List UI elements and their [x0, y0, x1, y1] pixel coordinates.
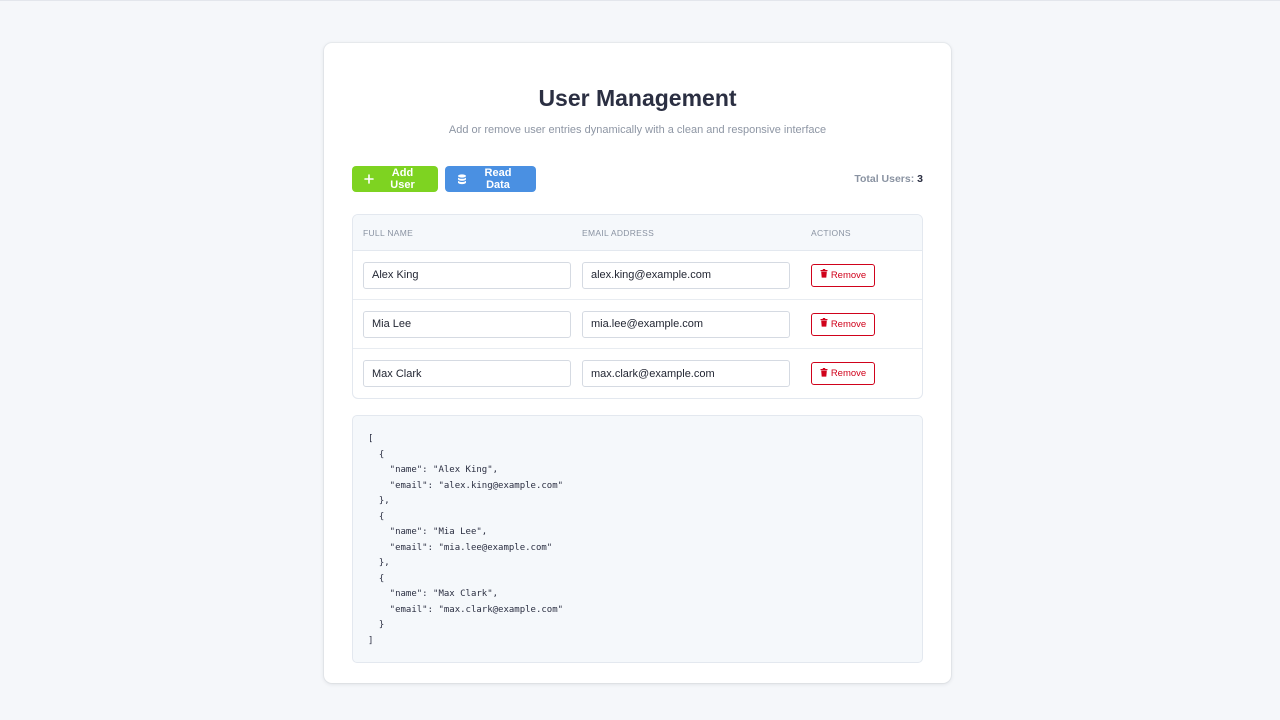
table-row: Remove: [353, 349, 922, 398]
remove-button[interactable]: Remove: [811, 263, 875, 287]
remove-button[interactable]: Remove: [811, 362, 875, 385]
add-user-label: Add User: [390, 167, 415, 191]
name-input[interactable]: [363, 261, 571, 289]
page-subtitle: Add or remove user entries dynamically w…: [448, 124, 827, 136]
total-users: Total Users: 3: [854, 173, 923, 185]
remove-label: Remove: [830, 318, 867, 330]
email-input[interactable]: [582, 261, 790, 289]
email-input[interactable]: [582, 310, 790, 338]
toolbar: Add User Read Data Total Users: 3: [352, 166, 923, 192]
database-icon: [457, 173, 467, 185]
name-input[interactable]: [363, 360, 571, 387]
table-row: Remove: [353, 300, 922, 349]
read-data-label: Read Data: [484, 167, 512, 191]
read-data-button[interactable]: Read Data: [445, 166, 536, 192]
add-user-button[interactable]: Add User: [352, 166, 438, 192]
remove-label: Remove: [830, 368, 867, 379]
table-header: FULL NAME EMAIL ADDRESS ACTIONS: [353, 215, 922, 251]
plus-icon: [364, 174, 374, 184]
total-users-count: 3: [917, 173, 923, 185]
users-table: FULL NAME EMAIL ADDRESS ACTIONS Remove: [352, 214, 923, 399]
trash-icon: [820, 269, 828, 281]
total-users-label: Total Users:: [854, 173, 915, 185]
user-management-card: User Management Add or remove user entri…: [324, 43, 951, 683]
page-title: User Management: [538, 85, 737, 111]
remove-label: Remove: [830, 269, 867, 281]
name-input[interactable]: [363, 310, 571, 338]
json-output: [ { "name": "Alex King", "email": "alex.…: [352, 415, 923, 663]
trash-icon: [820, 318, 828, 330]
email-input[interactable]: [582, 360, 790, 387]
column-header-full-name: FULL NAME: [363, 227, 414, 238]
column-header-email: EMAIL ADDRESS: [582, 227, 655, 238]
remove-button[interactable]: Remove: [811, 312, 875, 336]
table-row: Remove: [353, 251, 922, 300]
column-header-actions: ACTIONS: [811, 227, 851, 238]
trash-icon: [820, 367, 828, 380]
